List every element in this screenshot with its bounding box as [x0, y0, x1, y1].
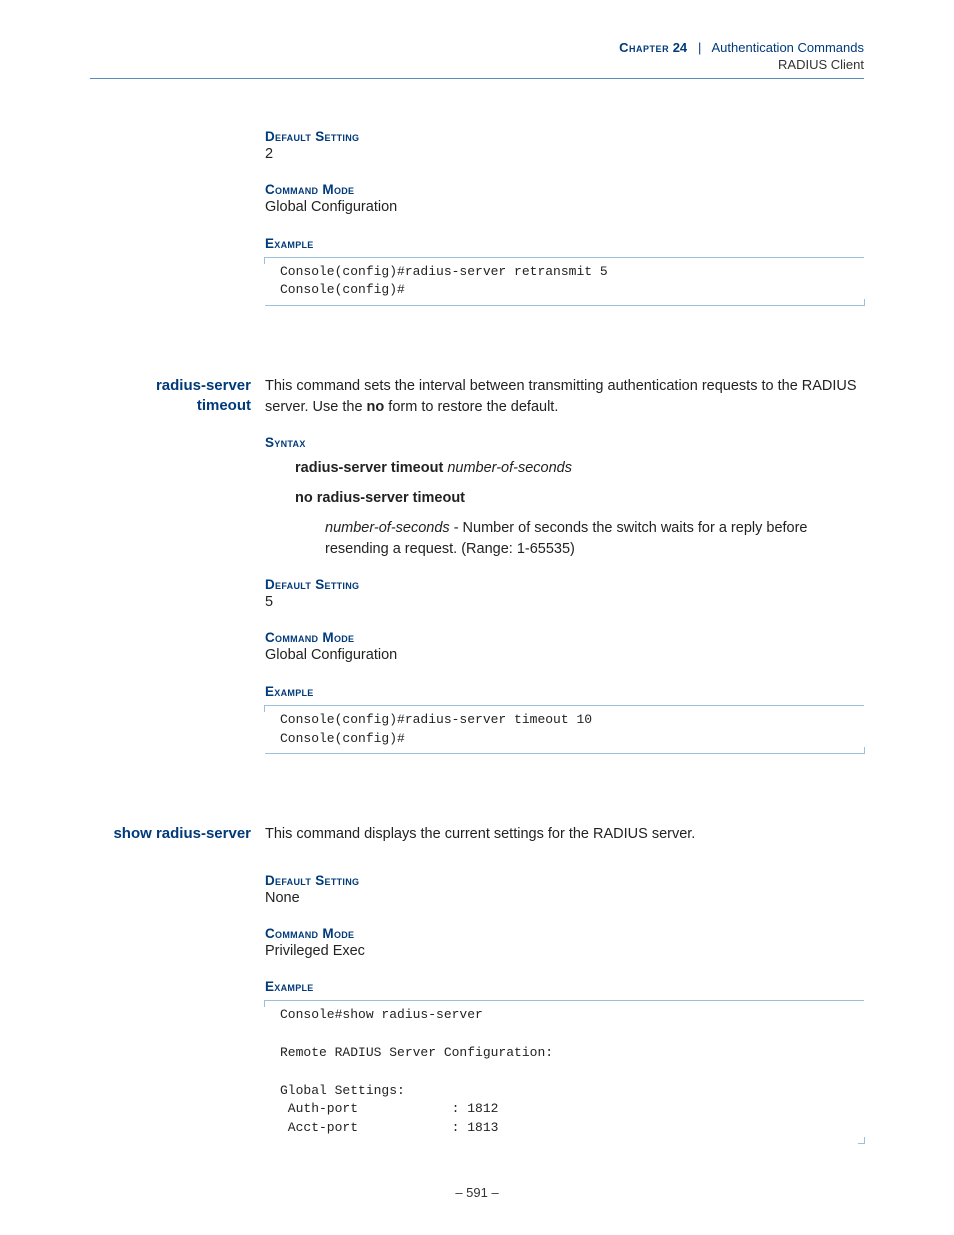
example-label: Example: [265, 979, 864, 994]
command-mode-value: Global Configuration: [265, 645, 864, 665]
command-description: This command sets the interval between t…: [265, 376, 864, 417]
syntax-line-2: no radius-server timeout: [295, 488, 864, 508]
default-setting-value: 2: [265, 144, 864, 164]
chapter-label: Chapter: [619, 40, 669, 55]
command-mode-label: Command Mode: [265, 630, 864, 645]
command-name-line1: radius-server: [90, 376, 251, 396]
command-mode-value: Privileged Exec: [265, 941, 864, 961]
command-mode-value: Global Configuration: [265, 197, 864, 217]
command-description: This command displays the current settin…: [265, 824, 864, 844]
show-command-block: show radius-server This command displays…: [90, 824, 864, 1143]
desc-bold: no: [367, 399, 385, 415]
desc-prefix: This command sets the interval between t…: [265, 378, 857, 414]
command-name-line2: timeout: [90, 396, 251, 416]
document-page: Chapter 24 | Authentication Commands RAD…: [0, 0, 954, 1235]
default-setting-label: Default Setting: [265, 129, 864, 144]
command-mode-label: Command Mode: [265, 182, 864, 197]
header-subtitle: RADIUS Client: [90, 57, 864, 72]
page-header: Chapter 24 | Authentication Commands RAD…: [90, 40, 864, 72]
command-name: show radius-server: [90, 824, 251, 844]
header-chapter-line: Chapter 24 | Authentication Commands: [90, 40, 864, 55]
default-setting-label: Default Setting: [265, 873, 864, 888]
example-code: Console(config)#radius-server timeout 10…: [265, 705, 864, 755]
prev-command-block: Default Setting 2 Command Mode Global Co…: [90, 129, 864, 306]
header-divider: |: [691, 40, 709, 55]
syntax-arg: number-of-seconds: [447, 460, 572, 476]
default-setting-label: Default Setting: [265, 577, 864, 592]
page-number: – 591 –: [0, 1185, 954, 1200]
header-rule: [90, 78, 864, 79]
timeout-command-block: radius-server timeout This command sets …: [90, 376, 864, 754]
example-code: Console(config)#radius-server retransmit…: [265, 257, 864, 307]
example-code: Console#show radius-server Remote RADIUS…: [265, 1000, 864, 1143]
chapter-number: 24: [673, 40, 687, 55]
example-label: Example: [265, 684, 864, 699]
chapter-title: Authentication Commands: [712, 40, 864, 55]
desc-suffix: form to restore the default.: [384, 399, 558, 415]
syntax-cmd: radius-server timeout: [295, 460, 443, 476]
command-mode-label: Command Mode: [265, 926, 864, 941]
syntax-label: Syntax: [265, 435, 864, 450]
default-setting-value: None: [265, 888, 864, 908]
param-name: number-of-seconds: [325, 520, 450, 536]
example-label: Example: [265, 236, 864, 251]
default-setting-value: 5: [265, 592, 864, 612]
param-description: number-of-seconds - Number of seconds th…: [325, 518, 864, 559]
syntax-line-1: radius-server timeout number-of-seconds: [295, 458, 864, 478]
